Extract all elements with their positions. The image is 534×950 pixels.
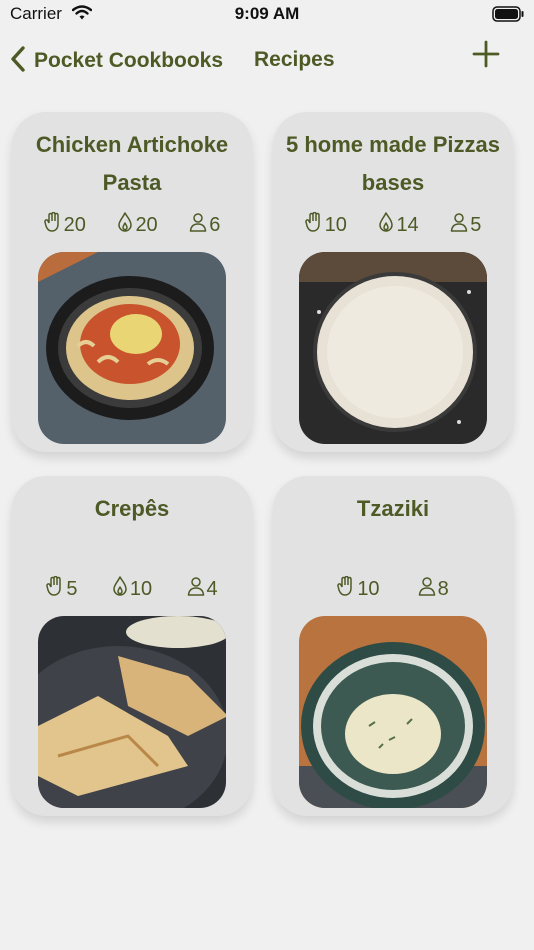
prep-time-value: 10 [324, 213, 347, 236]
status-bar: Carrier 9:09 AM [0, 0, 534, 30]
hand-icon [337, 575, 357, 602]
hand-icon [46, 575, 66, 602]
plus-icon [472, 40, 500, 72]
servings-value: 6 [209, 213, 221, 236]
cook-time-stat: 10 [112, 576, 152, 602]
person-icon [450, 212, 470, 238]
servings-stat: 6 [189, 212, 220, 238]
flame-icon [117, 212, 135, 238]
cook-time-stat: 20 [117, 212, 158, 238]
tzatziki-photo [299, 616, 487, 808]
chevron-left-icon [10, 45, 26, 78]
recipe-stats: 5 10 4 [12, 574, 252, 604]
battery-icon [492, 6, 524, 27]
prep-time-stat: 10 [337, 575, 380, 602]
recipe-title: 5 home made Pizzas bases [286, 132, 500, 195]
flame-icon [112, 576, 130, 602]
clock: 9:09 AM [234, 4, 300, 23]
servings-stat: 8 [418, 576, 449, 602]
flame-icon [378, 212, 396, 238]
prep-time-value: 10 [357, 577, 380, 600]
hand-icon [304, 211, 325, 238]
recipe-stats: 10 14 5 [273, 210, 513, 240]
prep-time-stat: 5 [46, 575, 78, 602]
back-button[interactable]: Pocket Cookbooks [10, 44, 223, 78]
recipe-stats: 20 20 6 [12, 210, 252, 240]
recipe-card[interactable]: Tzaziki 10 8 [273, 476, 513, 816]
servings-stat: 4 [187, 576, 218, 602]
recipe-stats: 10 8 [273, 574, 513, 604]
prep-time-value: 20 [63, 213, 86, 236]
servings-value: 5 [470, 213, 482, 236]
cook-time-value: 10 [129, 577, 153, 600]
cook-time-stat: 14 [378, 212, 419, 238]
servings-value: 8 [437, 577, 449, 600]
servings-value: 4 [206, 577, 218, 600]
person-icon [418, 576, 438, 602]
person-icon [187, 576, 207, 602]
back-button-label: Pocket Cookbooks [34, 49, 224, 72]
recipe-card[interactable]: Chicken Artichoke Pasta 20 20 6 [12, 112, 252, 452]
prep-time-stat: 20 [43, 211, 86, 238]
recipe-card[interactable]: 5 home made Pizzas bases 10 14 5 [273, 112, 513, 452]
crepes-photo [38, 616, 226, 808]
servings-stat: 5 [450, 212, 481, 238]
cook-time-value: 14 [396, 213, 419, 236]
prep-time-stat: 10 [304, 211, 347, 238]
add-recipe-button[interactable] [472, 40, 500, 73]
cook-time-value: 20 [135, 213, 158, 236]
recipe-card[interactable]: Crepês 5 10 4 [12, 476, 252, 816]
pasta-photo [38, 252, 226, 444]
prep-time-value: 5 [66, 577, 78, 600]
recipe-title: Tzaziki [356, 496, 430, 521]
page-title: Recipes [254, 48, 335, 71]
hand-icon [43, 211, 64, 238]
pizza-dough-photo [299, 252, 487, 444]
recipe-title: Chicken Artichoke Pasta [35, 132, 229, 195]
person-icon [189, 212, 209, 238]
navigation-bar: Pocket Cookbooks Recipes [0, 36, 534, 86]
recipe-title: Crepês [94, 496, 170, 521]
